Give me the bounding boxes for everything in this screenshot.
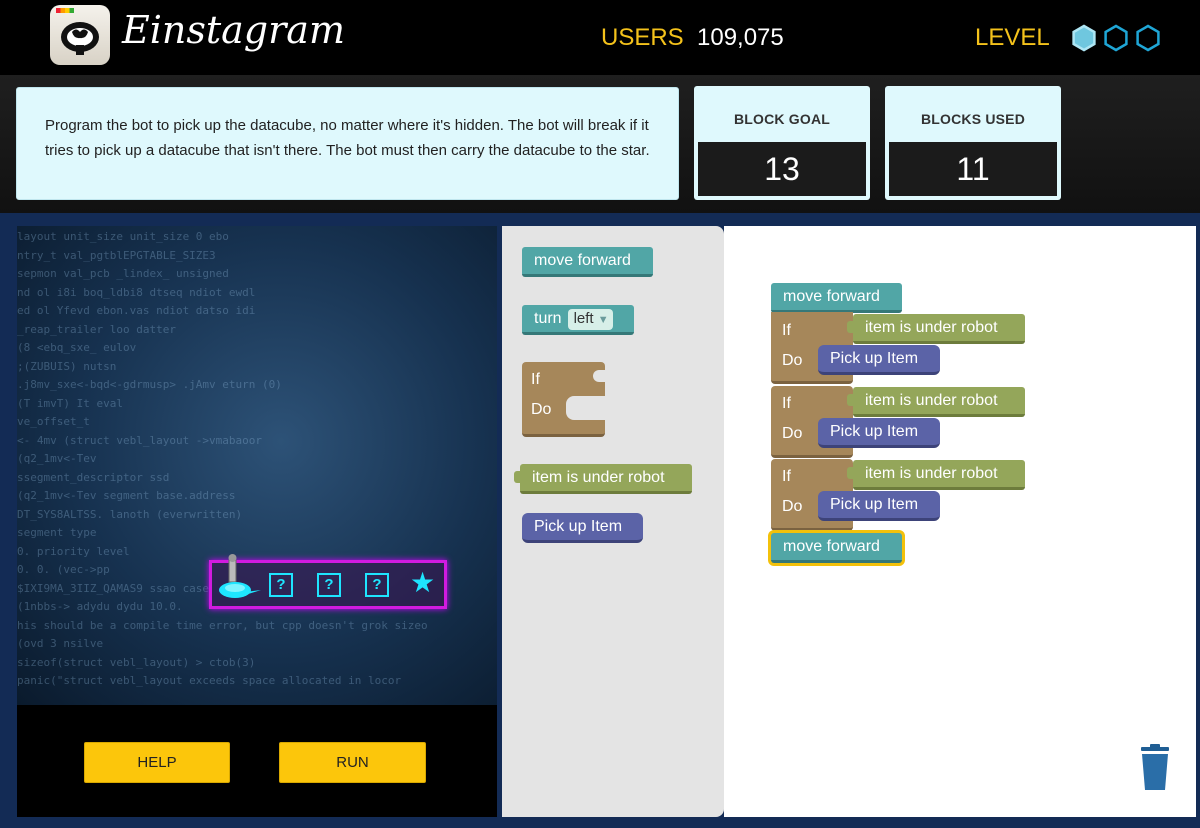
background-code-line: (T imvT) It eval [17,396,123,410]
toolbox-if-block[interactable]: If Do [522,362,605,437]
background-code-line: (8 <ebq_sxe_ eulov [17,341,137,354]
robot-icon [219,554,261,598]
trash-icon[interactable] [1137,744,1173,792]
background-code-line: nd ol i8i boq_ldbi8 dtseq ndiot ewdl [17,285,256,299]
do-label: Do [531,401,552,418]
background-code-line: <- 4mv (struct vebl_layout ->vmabaoor [17,433,263,447]
toolbox-condition-block[interactable]: item is under robot [514,464,692,494]
turn-direction-dropdown[interactable]: left ▼ [567,309,613,330]
background-code-line: DT_SYS8ALTSS. lanoth (everwritten) [17,507,243,521]
toolbox-turn-block[interactable]: turn left ▼ [522,305,634,335]
background-code-line: _reap_trailer loo datter [17,322,176,336]
background-code-line: (1nbbs-> adydu dydu 10.0. [17,600,183,613]
background-code-line: $IXI9MA_3IIZ_QAMAS9 ssao case [17,581,210,595]
background-code-line: panic("struct vebl_layout exceeds space … [17,674,402,687]
level-label: LEVEL [975,24,1050,51]
do-label: Do [782,352,803,369]
background-code-line: layout unit_size unit_size 0 ebo [17,230,229,243]
blocks-used-label: BLOCKS USED [920,111,1026,127]
users-label: USERS [601,24,684,51]
blocks-used-panel: BLOCKS USED 11 [885,86,1061,200]
header: Einstagram USERS 109,075 LEVEL [0,0,1200,75]
background-code-line: ve_offset_t [17,415,90,428]
background-code-line: sizeof(struct vebl_layout) > ctob(3) [17,655,256,669]
background-code-line: ;(ZUBUIS) nutsn [17,359,117,373]
chevron-down-icon: ▼ [597,314,609,326]
if-label: If [531,371,540,388]
do-label: Do [782,425,803,442]
workspace-condition-block[interactable]: item is under robot [847,387,1025,417]
level-progress [1072,24,1160,52]
if-label: If [782,395,791,412]
background-code-line: 0. 0. (vec->pp [17,563,110,576]
help-button[interactable]: HELP [84,742,230,783]
level-hex-complete-icon [1072,24,1096,52]
run-button[interactable]: RUN [279,742,426,783]
background-code-line: his should be a compile time error, but … [17,618,428,632]
blocks-used-value: 11 [889,142,1057,196]
app-logo-icon [50,5,110,65]
background-code-line: ntry_t val_pgtblEPGTABLE_SIZE3 [17,248,216,262]
workspace-pick-up-block[interactable]: Pick up Item [818,418,940,448]
background-code-line: sepmon val_pcb _lindex_ unsigned [17,267,229,280]
background-code-line: (ovd 3 nsilve [17,637,104,650]
workspace-condition-block[interactable]: item is under robot [847,314,1025,344]
turn-label: turn [534,310,562,327]
workspace-pick-up-block[interactable]: Pick up Item [818,491,940,521]
if-label: If [782,468,791,485]
background-code-line: ssegment_descriptor ssd [17,470,170,484]
do-label: Do [782,498,803,515]
block-goal-panel: BLOCK GOAL 13 [694,86,870,200]
background-code-line: (q2_1mv<-Tev [17,452,97,465]
background-code-line: ed ol Yfevd ebon.vas ndiot datso idi [17,304,256,317]
background-code-line: segment type [17,526,97,539]
background-code-line: (q2_1mv<-Tev segment base.address [17,489,236,502]
block-goal-value: 13 [698,142,866,196]
datacube-slot: ? [269,573,293,597]
datacube-slot: ? [317,573,341,597]
game-view: layout unit_size unit_size 0 ebo ntry_t v… [17,226,497,705]
star-icon: ★ [410,567,436,598]
level-hex-empty-icon [1136,24,1160,52]
app-name: Einstagram [122,8,345,52]
if-label: If [782,322,791,339]
datacube-slot: ? [365,573,389,597]
users-count: 109,075 [697,24,784,51]
background-code-line: 0. priority level [17,544,130,558]
workspace-move-forward-block-selected[interactable]: move forward [771,533,902,563]
toolbox-pick-up-block[interactable]: Pick up Item [522,513,643,543]
workspace-pick-up-block[interactable]: Pick up Item [818,345,940,375]
level-hex-empty-icon [1104,24,1128,52]
workspace-move-forward-block[interactable]: move forward [771,283,902,313]
instructions-text: Program the bot to pick up the datacube,… [16,87,679,200]
instruction-bar: Program the bot to pick up the datacube,… [0,75,1200,213]
block-goal-label: BLOCK GOAL [733,111,831,127]
workspace-condition-block[interactable]: item is under robot [847,460,1025,490]
toolbox-move-forward-block[interactable]: move forward [522,247,653,277]
background-code-line: .j8mv_sxe<-bqd<-gdrmusp> .jAmv eturn (0) [17,378,282,391]
